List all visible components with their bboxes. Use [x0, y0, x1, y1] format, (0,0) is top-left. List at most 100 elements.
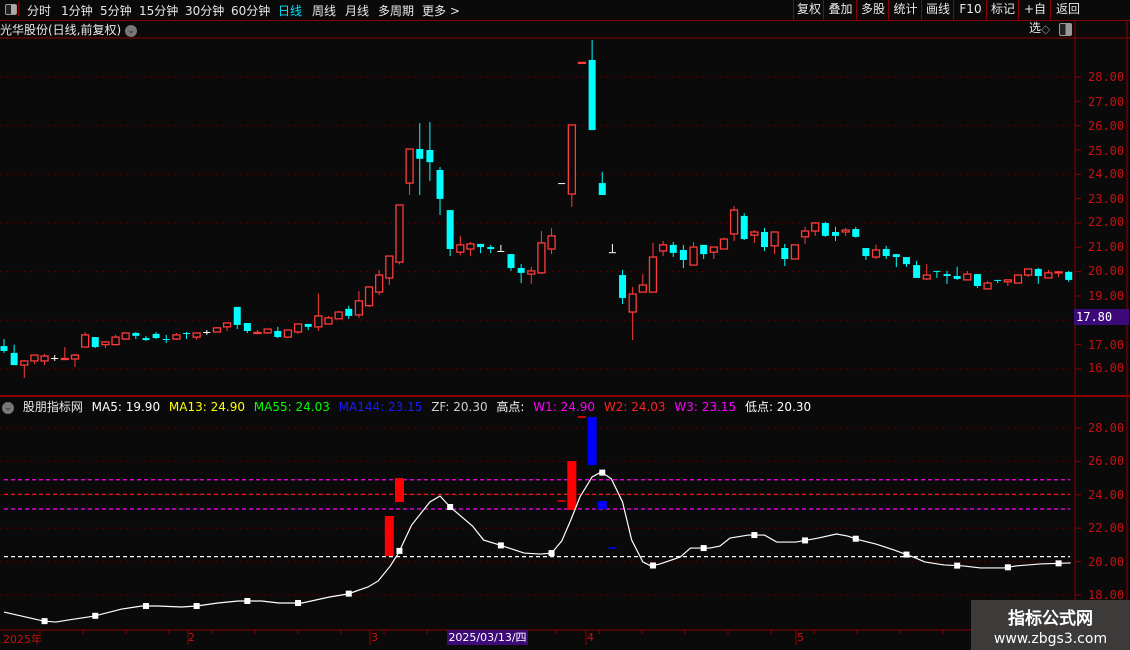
indicator-value-ma13: MA13: 24.90 [168, 400, 245, 414]
price-axis-label: 24.00 [1088, 167, 1125, 181]
candle-body [638, 284, 647, 293]
candle-body [142, 338, 150, 341]
candle [638, 274, 647, 293]
candle [253, 330, 262, 335]
indicator-marker [700, 545, 707, 552]
candle-body [567, 124, 576, 195]
candle-body [497, 250, 505, 252]
candle-body [375, 274, 384, 293]
candle [800, 226, 810, 244]
chevron-down-icon[interactable]: ⌄ [2, 401, 14, 414]
candle [750, 230, 759, 243]
candle [101, 340, 110, 349]
indicator-axis-label: 28.00 [1088, 421, 1125, 435]
candle-body [233, 306, 241, 325]
candle [1003, 279, 1013, 286]
candle-body [30, 354, 39, 362]
candle-body [902, 257, 910, 265]
candle [40, 353, 49, 366]
candle-body [172, 334, 181, 340]
indicator-marker [548, 550, 555, 557]
candle [567, 124, 576, 207]
candle [679, 244, 687, 268]
price-axis-label: 20.00 [1088, 264, 1125, 278]
candle [577, 61, 587, 65]
candle-body [619, 275, 627, 298]
indicator-value-zf: ZF: 20.30 [431, 400, 488, 414]
candle [689, 241, 698, 266]
candle-body [933, 270, 941, 272]
candle [466, 241, 475, 257]
candle-body [790, 244, 800, 260]
candle [111, 334, 120, 346]
indicator-marker [903, 551, 910, 558]
candle-body [436, 169, 444, 199]
candle-body [253, 331, 262, 335]
candle [314, 293, 323, 332]
candle-body [729, 209, 739, 235]
candle [142, 335, 150, 341]
price-axis-label: 25.00 [1088, 144, 1125, 158]
indicator-marker [244, 598, 251, 605]
candle-body [70, 354, 80, 360]
candle-body [456, 244, 465, 253]
candle [416, 123, 424, 196]
candle [293, 323, 303, 334]
candle-body [658, 244, 668, 252]
date-axis-label: 3 [371, 631, 378, 644]
indicator-name[interactable]: 股朋指标网 [23, 400, 83, 414]
candle [841, 227, 850, 236]
candle [192, 332, 201, 341]
indicator-header: ⌄ 股朋指标网 MA5: 19.90 MA13: 24.90 MA55: 24.… [2, 398, 816, 414]
date-axis-label: 2025年 [3, 633, 42, 646]
candle [364, 286, 374, 307]
indicator-marker [396, 547, 403, 554]
candle [628, 286, 637, 341]
candle [1023, 268, 1033, 277]
price-axis-label: 26.00 [1088, 119, 1125, 133]
indicator-value-ma55: MA55: 24.03 [253, 400, 330, 414]
indicator-axis-label: 20.00 [1088, 555, 1125, 569]
candle [395, 204, 404, 265]
candle [243, 322, 251, 333]
indicator-marker [497, 542, 504, 549]
indicator-axis-label: 26.00 [1088, 454, 1125, 468]
candle [994, 279, 1002, 284]
candle-body [477, 243, 485, 248]
candle [821, 222, 829, 237]
candle-body [1034, 268, 1042, 277]
candle [882, 245, 890, 259]
candle [648, 242, 658, 293]
candle-body [192, 332, 201, 338]
candle [152, 331, 160, 340]
candle-body [324, 317, 333, 325]
candle [790, 244, 800, 260]
candle-body [0, 346, 8, 351]
candle [426, 122, 434, 181]
candle-body [811, 222, 820, 232]
indicator-marker [1055, 560, 1062, 567]
candle-body [750, 231, 759, 236]
candle-body [274, 331, 282, 338]
candle [405, 148, 414, 196]
candle-body [963, 273, 972, 281]
kline-chart[interactable] [0, 0, 1130, 650]
candle [740, 213, 748, 241]
candle [608, 243, 616, 254]
candle [709, 246, 718, 259]
candle-body [871, 249, 881, 258]
candle-body [781, 248, 789, 259]
indicator-marker [345, 590, 352, 597]
indicator-marker [92, 612, 99, 619]
candle [770, 231, 779, 255]
candle-body [994, 279, 1002, 281]
indicator-marker [751, 532, 758, 539]
candle [1013, 274, 1023, 284]
candle [852, 226, 860, 238]
candle [80, 331, 90, 348]
candle-body [740, 215, 748, 240]
candle-body [547, 235, 556, 250]
candle-body [882, 249, 890, 257]
date-axis-label: 2 [188, 631, 195, 644]
candle [385, 255, 394, 286]
